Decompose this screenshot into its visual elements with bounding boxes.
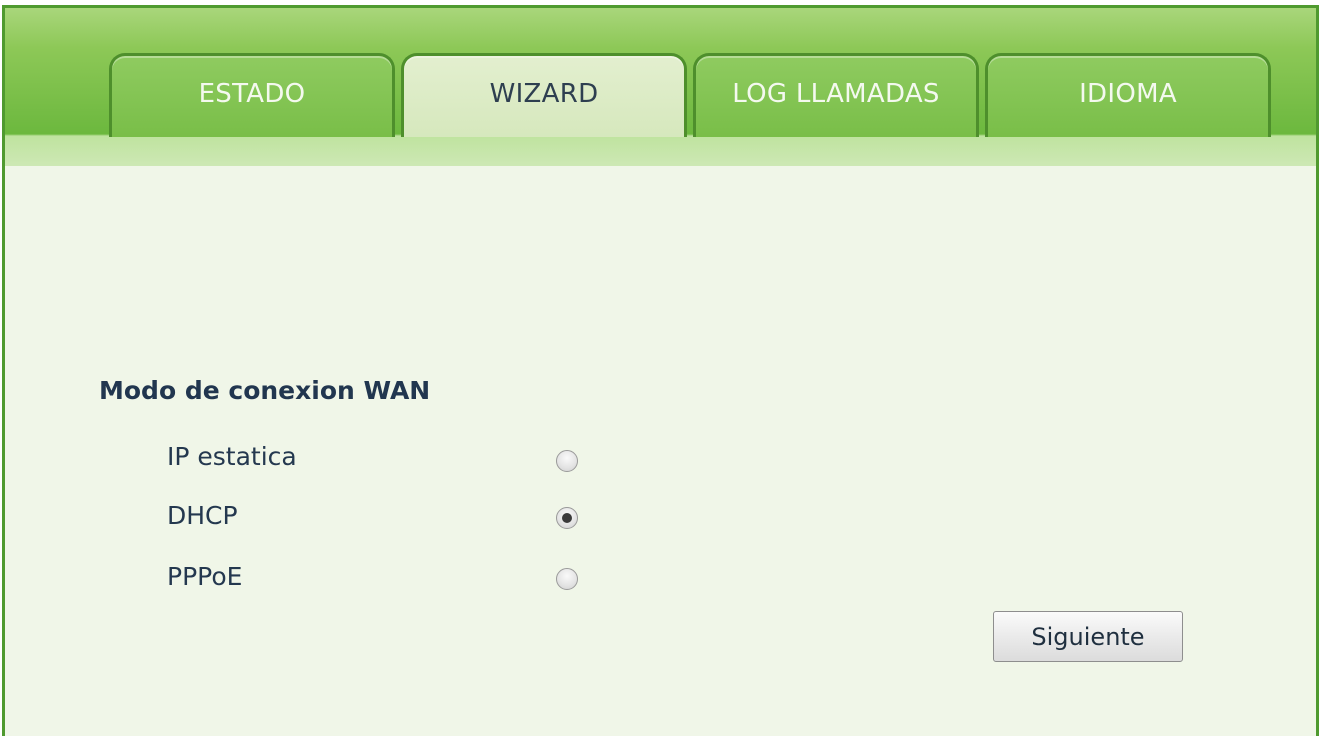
- header-bar: ESTADO WIZARD LOG LLAMADAS IDIOMA: [5, 8, 1316, 166]
- tab-log-llamadas-label: LOG LLAMADAS: [732, 78, 940, 109]
- radio-ip-estatica[interactable]: [556, 450, 578, 472]
- tab-log-llamadas[interactable]: LOG LLAMADAS: [693, 53, 979, 137]
- tab-estado-label: ESTADO: [198, 78, 306, 109]
- radio-dhcp[interactable]: [556, 507, 578, 529]
- option-pppoe-label: PPPoE: [167, 562, 243, 591]
- wan-mode-title: Modo de conexion WAN: [99, 376, 431, 405]
- tab-bar: ESTADO WIZARD LOG LLAMADAS IDIOMA: [109, 53, 1277, 137]
- tab-estado[interactable]: ESTADO: [109, 53, 395, 137]
- main-frame: ESTADO WIZARD LOG LLAMADAS IDIOMA Modo d…: [2, 5, 1319, 736]
- radio-pppoe[interactable]: [556, 568, 578, 590]
- next-button[interactable]: Siguiente: [993, 611, 1183, 662]
- option-dhcp-label: DHCP: [167, 501, 238, 530]
- tab-idioma-label: IDIOMA: [1079, 78, 1177, 109]
- option-ip-estatica-label: IP estatica: [167, 442, 297, 471]
- tab-idioma[interactable]: IDIOMA: [985, 53, 1271, 137]
- tab-wizard[interactable]: WIZARD: [401, 53, 687, 137]
- tab-wizard-label: WIZARD: [489, 78, 599, 109]
